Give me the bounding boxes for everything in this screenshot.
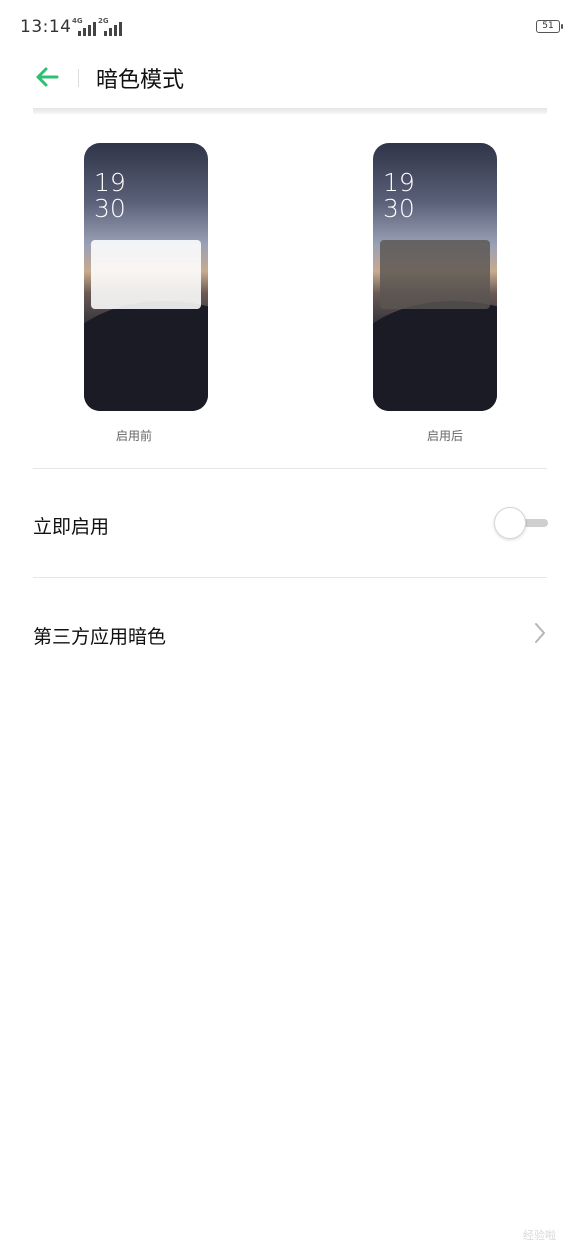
header-shadow [33,108,547,114]
enable-now-label: 立即启用 [33,516,110,538]
preview-before-clock: 19 30 [94,170,126,222]
clock-hour: 19 [383,168,415,197]
divider [33,468,547,469]
watermark: 经验啦 [523,1229,556,1242]
preview-before-caption: 启用前 [115,429,152,443]
page-title: 暗色模式 [96,68,185,93]
header-divider [78,69,79,87]
preview-before-card [91,240,201,309]
clock-hour: 19 [94,168,126,197]
arrow-left-icon[interactable] [33,62,63,92]
preview-before-phone: 19 30 [84,143,208,411]
clock-minute: 30 [383,194,415,223]
clock-minute: 30 [94,194,126,223]
chevron-right-icon[interactable] [530,620,548,646]
third-party-label: 第三方应用暗色 [33,626,167,648]
signal-2-icon: 2G [98,17,124,36]
app-header: 暗色模式 [0,56,580,100]
battery-icon: 51 [536,20,563,33]
enable-now-toggle[interactable] [494,507,548,539]
signal-icon: 4G [72,17,98,36]
preview-after-card [380,240,490,309]
status-bar: 13:14 4G 2G 51 [0,0,580,56]
preview-after-caption: 启用后 [426,429,463,443]
status-time: 13:14 [20,17,72,37]
preview-after-phone: 19 30 [373,143,497,411]
divider [33,577,547,578]
preview-after-clock: 19 30 [383,170,415,222]
